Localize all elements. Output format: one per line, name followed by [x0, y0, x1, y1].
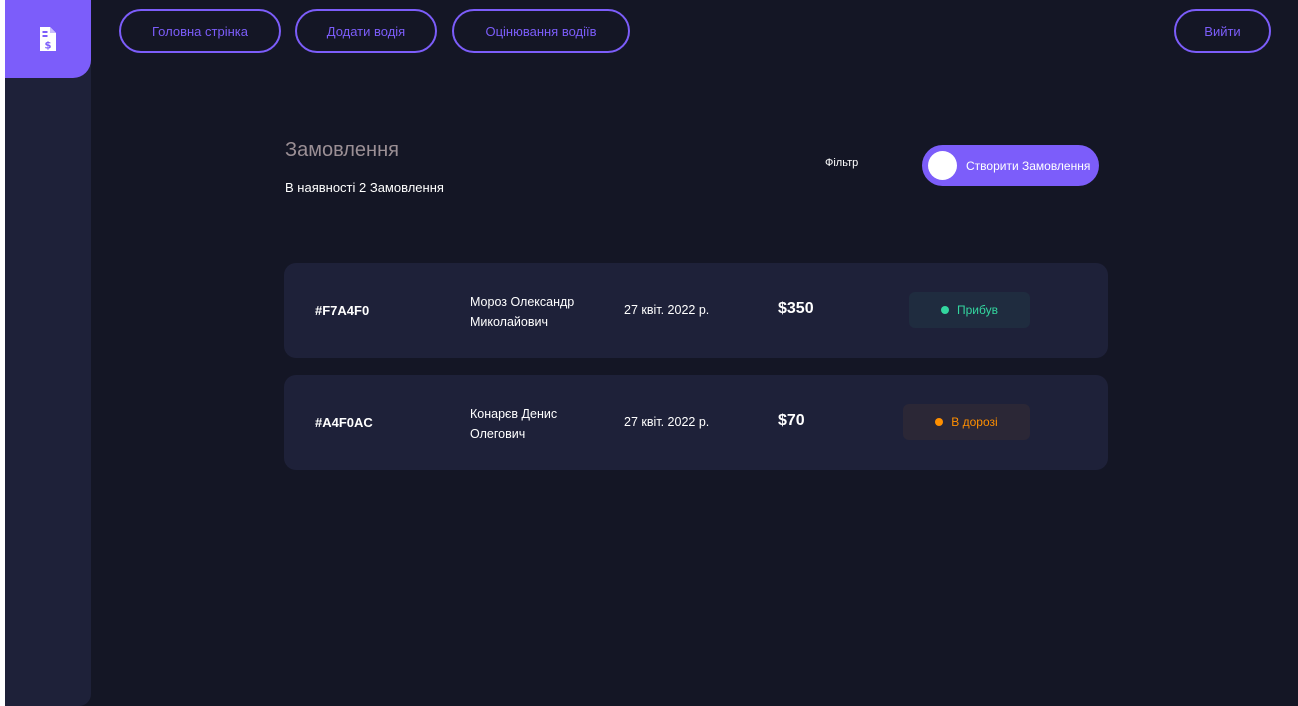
- order-amount: $350: [778, 300, 814, 317]
- order-amount: $70: [778, 412, 805, 429]
- status-dot-icon: [941, 306, 949, 314]
- app-window: $ Головна стрінка Додати водія Оцінюванн…: [5, 0, 1298, 706]
- status-badge: В дорозі: [903, 404, 1030, 440]
- nav-rate-drivers-button[interactable]: Оцінювання водіїв: [452, 9, 630, 53]
- svg-text:$: $: [45, 41, 52, 52]
- order-id: #A4F0AC: [315, 415, 373, 430]
- orders-count: В наявності 2 Замовлення: [285, 180, 444, 195]
- page-title: Замовлення: [285, 139, 399, 161]
- status-label: В дорозі: [951, 415, 998, 429]
- order-card[interactable]: #F7A4F0 Мороз Олександр Миколайович 27 к…: [284, 263, 1108, 358]
- order-id: #F7A4F0: [315, 303, 370, 318]
- plus-circle-icon: [928, 151, 957, 180]
- order-date: 27 квіт. 2022 р.: [624, 303, 710, 317]
- order-client-name: Мороз Олександр Миколайович: [470, 295, 575, 329]
- nav-add-driver-button[interactable]: Додати водія: [295, 9, 437, 53]
- order-card[interactable]: #A4F0AC Конарєв Денис Олегович 27 квіт. …: [284, 375, 1108, 470]
- invoice-dollar-icon: $: [40, 27, 56, 52]
- status-badge: Прибув: [909, 292, 1030, 328]
- status-label: Прибув: [957, 303, 998, 317]
- nav-home-button[interactable]: Головна стрінка: [119, 9, 281, 53]
- create-order-label: Створити Замовлення: [966, 158, 1091, 173]
- sidebar: $: [5, 0, 91, 706]
- order-client-name: Конарєв Денис Олегович: [470, 407, 558, 441]
- logo[interactable]: $: [5, 0, 91, 78]
- status-dot-icon: [935, 418, 944, 426]
- create-order-button[interactable]: Створити Замовлення: [922, 145, 1099, 186]
- order-date: 27 квіт. 2022 р.: [624, 415, 710, 429]
- logout-button[interactable]: Вийти: [1174, 9, 1271, 53]
- filter-button[interactable]: Фільтр: [825, 157, 858, 169]
